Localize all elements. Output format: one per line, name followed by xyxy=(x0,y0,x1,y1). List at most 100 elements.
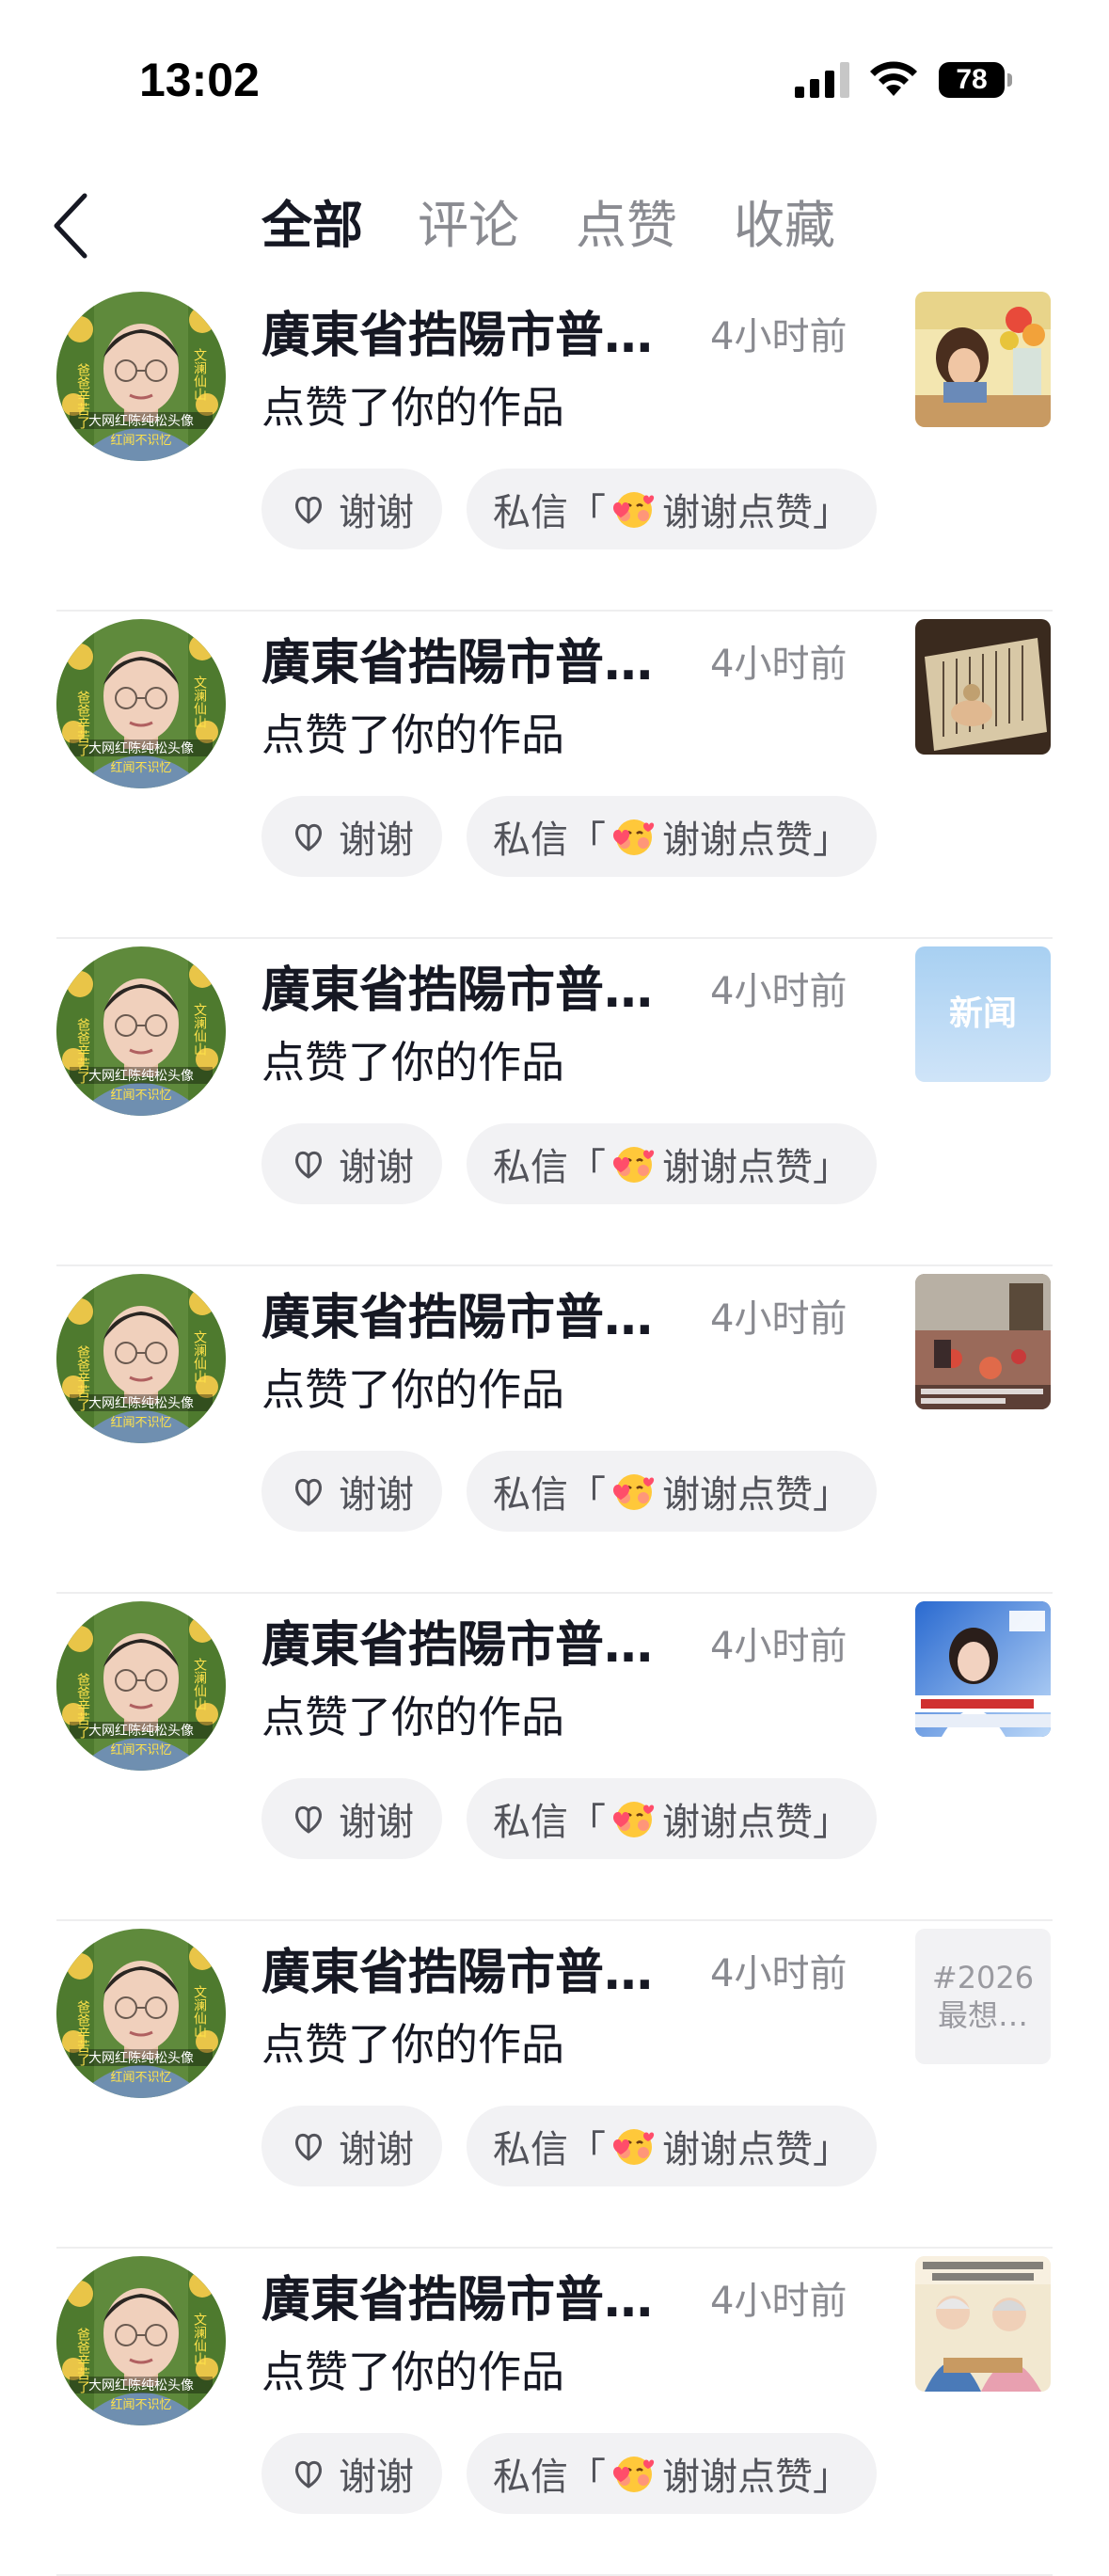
avatar[interactable]: 大网红陈纯松头像 文澜仙山 爸爸辛苦了 红闻不识忆 xyxy=(56,1274,226,1443)
post-thumbnail[interactable]: #2026 最想… xyxy=(915,1929,1051,2064)
avatar[interactable]: 大网红陈纯松头像 文澜仙山 爸爸辛苦了 红闻不识忆 xyxy=(56,1929,226,2098)
svg-text:文澜仙山: 文澜仙山 xyxy=(192,1330,207,1383)
dm-thanks-button[interactable]: 私信「 谢谢点赞」 xyxy=(467,796,877,877)
dm-thanks-button[interactable]: 私信「 谢谢点赞」 xyxy=(467,2106,877,2186)
chevron-left-icon xyxy=(54,193,87,259)
cellular-signal-icon xyxy=(795,62,849,98)
svg-text:爸爸辛苦了: 爸爸辛苦了 xyxy=(75,2000,90,2066)
thanks-label: 谢谢 xyxy=(339,491,414,534)
timestamp: 4小时前 xyxy=(710,970,848,1013)
dm-text: 谢谢点赞」 xyxy=(662,1801,850,1844)
notification-item[interactable]: 大网红陈纯松头像 文澜仙山 爸爸辛苦了 红闻不识忆 廣東省捁陽市普… 4小时前 … xyxy=(0,284,1109,612)
blush-kiss-emoji-icon xyxy=(613,1474,655,1510)
user-name[interactable]: 廣東省捁陽市普… xyxy=(261,1287,675,1349)
svg-text:爸爸辛苦了: 爸爸辛苦了 xyxy=(75,1018,90,1084)
thanks-button[interactable]: 谢谢 xyxy=(261,2433,442,2514)
thumbnail-text: #2026 最想… xyxy=(931,1960,1035,2033)
svg-text:文澜仙山: 文澜仙山 xyxy=(192,676,207,728)
flower-heart-icon xyxy=(295,823,322,851)
svg-text:爸爸辛苦了: 爸爸辛苦了 xyxy=(75,691,90,756)
notification-item[interactable]: 大网红陈纯松头像 文澜仙山 爸爸辛苦了 红闻不识忆 廣東省捁陽市普… 4小时前 … xyxy=(0,612,1109,939)
action-text: 点赞了你的作品 xyxy=(261,709,564,760)
post-thumbnail[interactable] xyxy=(915,2256,1051,2392)
thanks-button[interactable]: 谢谢 xyxy=(261,469,442,549)
user-name[interactable]: 廣東省捁陽市普… xyxy=(261,1614,675,1677)
tab-comments[interactable]: 评论 xyxy=(418,192,519,260)
tab-favorites[interactable]: 收藏 xyxy=(734,192,835,260)
thanks-button[interactable]: 谢谢 xyxy=(261,1451,442,1532)
svg-text:大网红陈纯松头像: 大网红陈纯松头像 xyxy=(88,1723,194,1739)
svg-text:文澜仙山: 文澜仙山 xyxy=(192,1003,207,1056)
blush-kiss-emoji-icon xyxy=(613,1802,655,1837)
dm-prefix: 私信「 xyxy=(493,1801,606,1844)
post-thumbnail[interactable] xyxy=(915,619,1051,755)
user-name[interactable]: 廣東省捁陽市普… xyxy=(261,1942,675,2004)
user-name[interactable]: 廣東省捁陽市普… xyxy=(261,2269,675,2331)
dm-text: 谢谢点赞」 xyxy=(662,1146,850,1189)
svg-text:文澜仙山: 文澜仙山 xyxy=(192,2313,207,2365)
dm-thanks-button[interactable]: 私信「 谢谢点赞」 xyxy=(467,2433,877,2514)
svg-text:红闻不识忆: 红闻不识忆 xyxy=(110,1415,171,1430)
wifi-icon xyxy=(870,61,917,96)
dm-text: 谢谢点赞」 xyxy=(662,491,850,534)
dm-thanks-button[interactable]: 私信「 谢谢点赞」 xyxy=(467,1123,877,1204)
svg-text:大网红陈纯松头像: 大网红陈纯松头像 xyxy=(88,740,194,756)
dm-thanks-button[interactable]: 私信「 谢谢点赞」 xyxy=(467,1451,877,1532)
thanks-label: 谢谢 xyxy=(339,2128,414,2171)
avatar[interactable]: 大网红陈纯松头像 文澜仙山 爸爸辛苦了 红闻不识忆 xyxy=(56,946,226,1116)
svg-text:大网红陈纯松头像: 大网红陈纯松头像 xyxy=(88,413,194,429)
svg-text:红闻不识忆: 红闻不识忆 xyxy=(110,2397,171,2412)
dm-text: 谢谢点赞」 xyxy=(662,2128,850,2171)
avatar[interactable]: 大网红陈纯松头像 文澜仙山 爸爸辛苦了 红闻不识忆 xyxy=(56,1601,226,1771)
thanks-label: 谢谢 xyxy=(339,1146,414,1189)
post-thumbnail[interactable] xyxy=(915,1274,1051,1409)
blush-kiss-emoji-icon xyxy=(613,819,655,855)
thanks-button[interactable]: 谢谢 xyxy=(261,2106,442,2186)
thanks-button[interactable]: 谢谢 xyxy=(261,1123,442,1204)
notification-item[interactable]: 大网红陈纯松头像 文澜仙山 爸爸辛苦了 红闻不识忆 廣東省捁陽市普… 4小时前 … xyxy=(0,1921,1109,2249)
post-thumbnail[interactable] xyxy=(915,1601,1051,1737)
timestamp: 4小时前 xyxy=(710,1952,848,1996)
notification-item[interactable]: 大网红陈纯松头像 文澜仙山 爸爸辛苦了 红闻不识忆 廣東省捁陽市普… 4小时前 … xyxy=(0,2249,1109,2576)
dm-prefix: 私信「 xyxy=(493,1473,606,1517)
back-button[interactable] xyxy=(38,192,105,260)
dm-thanks-button[interactable]: 私信「 谢谢点赞」 xyxy=(467,1778,877,1859)
dm-prefix: 私信「 xyxy=(493,819,606,862)
dm-text: 谢谢点赞」 xyxy=(662,2456,850,2499)
timestamp: 4小时前 xyxy=(710,1625,848,1668)
timestamp: 4小时前 xyxy=(710,2280,848,2323)
svg-text:红闻不识忆: 红闻不识忆 xyxy=(110,2070,171,2085)
user-name[interactable]: 廣東省捁陽市普… xyxy=(261,305,675,367)
flower-heart-icon xyxy=(295,1478,322,1506)
notification-item[interactable]: 大网红陈纯松头像 文澜仙山 爸爸辛苦了 红闻不识忆 廣東省捁陽市普… 4小时前 … xyxy=(0,1266,1109,1594)
svg-text:红闻不识忆: 红闻不识忆 xyxy=(110,433,171,448)
thanks-button[interactable]: 谢谢 xyxy=(261,1778,442,1859)
post-thumbnail[interactable] xyxy=(915,292,1051,427)
thanks-label: 谢谢 xyxy=(339,2456,414,2499)
dm-thanks-button[interactable]: 私信「 谢谢点赞」 xyxy=(467,469,877,549)
svg-text:红闻不识忆: 红闻不识忆 xyxy=(110,1088,171,1103)
tab-likes[interactable]: 点赞 xyxy=(576,192,677,260)
thumbnail-text: 新闻 xyxy=(948,994,1017,1033)
flower-heart-icon xyxy=(295,2133,322,2161)
svg-text:大网红陈纯松头像: 大网红陈纯松头像 xyxy=(88,2377,194,2393)
status-time: 13:02 xyxy=(139,54,260,106)
tab-all[interactable]: 全部 xyxy=(261,192,363,260)
notification-item[interactable]: 大网红陈纯松头像 文澜仙山 爸爸辛苦了 红闻不识忆 廣東省捁陽市普… 4小时前 … xyxy=(0,939,1109,1266)
avatar[interactable]: 大网红陈纯松头像 文澜仙山 爸爸辛苦了 红闻不识忆 xyxy=(56,292,226,461)
post-thumbnail[interactable]: 新闻 xyxy=(915,946,1051,1082)
action-text: 点赞了你的作品 xyxy=(261,1037,564,1088)
svg-text:文澜仙山: 文澜仙山 xyxy=(192,348,207,401)
svg-text:红闻不识忆: 红闻不识忆 xyxy=(110,1742,171,1757)
avatar[interactable]: 大网红陈纯松头像 文澜仙山 爸爸辛苦了 红闻不识忆 xyxy=(56,2256,226,2425)
thanks-button[interactable]: 谢谢 xyxy=(261,796,442,877)
dm-prefix: 私信「 xyxy=(493,2456,606,2499)
dm-text: 谢谢点赞」 xyxy=(662,1473,850,1517)
avatar[interactable]: 大网红陈纯松头像 文澜仙山 爸爸辛苦了 红闻不识忆 xyxy=(56,619,226,788)
user-name[interactable]: 廣東省捁陽市普… xyxy=(261,960,675,1022)
svg-text:红闻不识忆: 红闻不识忆 xyxy=(110,760,171,775)
user-name[interactable]: 廣東省捁陽市普… xyxy=(261,632,675,694)
blush-kiss-emoji-icon xyxy=(613,2457,655,2492)
notification-item[interactable]: 大网红陈纯松头像 文澜仙山 爸爸辛苦了 红闻不识忆 廣東省捁陽市普… 4小时前 … xyxy=(0,1594,1109,1921)
svg-text:爸爸辛苦了: 爸爸辛苦了 xyxy=(75,1345,90,1411)
